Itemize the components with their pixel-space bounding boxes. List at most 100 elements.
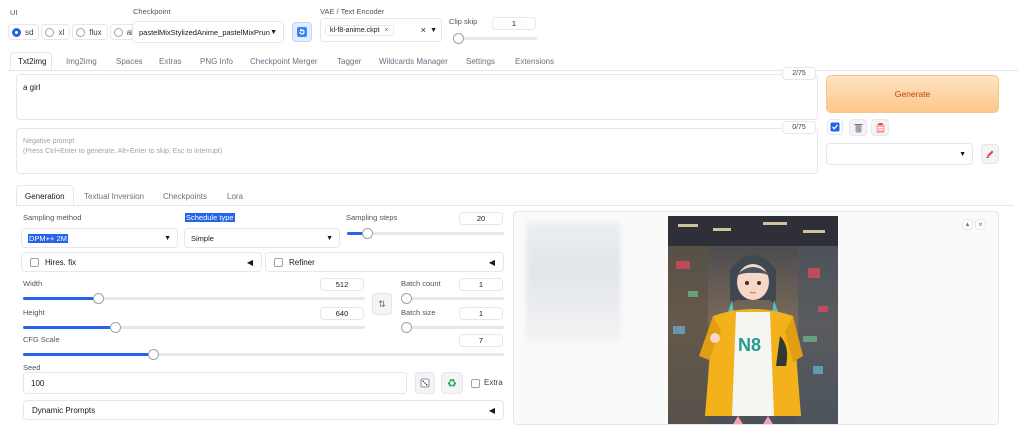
hires-fix-accordion[interactable]: Hires. fix ◀ (21, 252, 262, 272)
clear-prompt-button[interactable] (849, 119, 867, 136)
batch-count-number[interactable]: 1 (459, 278, 503, 291)
cfg-scale-number[interactable]: 7 (459, 334, 503, 347)
vae-multiselect[interactable]: kl-f8-anime.ckpt × × ▼ (320, 18, 442, 42)
trash-icon (854, 123, 862, 132)
generated-image[interactable]: N8 (668, 216, 838, 424)
schedule-type-dropdown[interactable]: Simple ▼ (184, 228, 340, 248)
subtabs-divider (16, 205, 1014, 206)
swap-dimensions-button[interactable]: ⇅ (372, 293, 392, 315)
width-number[interactable]: 512 (320, 278, 364, 291)
recycle-icon: ♻ (447, 377, 457, 390)
checkpoint-dropdown[interactable]: pastelMixStylizedAnime_pastelMixPrunedFP… (132, 21, 284, 43)
ui-option-xl[interactable]: xl (41, 24, 71, 40)
refiner-checkbox[interactable] (274, 257, 283, 267)
generate-button[interactable]: Generate (826, 75, 999, 113)
negative-prompt-textarea[interactable]: Negative prompt (Press Ctrl+Enter to gen… (16, 128, 818, 174)
tab-tagger[interactable]: Tagger (337, 57, 361, 66)
radio-dot (12, 27, 21, 37)
tab-checkpoint-merger[interactable]: Checkpoint Merger (250, 57, 318, 66)
sampling-steps-slider[interactable] (347, 228, 504, 239)
slider-track (23, 349, 504, 360)
slider-thumb[interactable] (362, 228, 373, 239)
height-number[interactable]: 640 (320, 307, 364, 320)
preview-thumbnail[interactable] (526, 222, 621, 342)
image-close-button[interactable]: × (975, 219, 986, 230)
refiner-label: Refiner (289, 257, 315, 267)
subtab-textual-inversion[interactable]: Textual Inversion (84, 192, 144, 201)
ui-option-flux[interactable]: flux (72, 24, 108, 40)
height-slider[interactable] (23, 322, 365, 333)
width-slider[interactable] (23, 293, 365, 304)
ui-label: UI (10, 8, 18, 17)
clipboard-icon (876, 122, 884, 133)
slider-thumb[interactable] (93, 293, 104, 304)
batch-count-slider[interactable] (401, 293, 504, 304)
image-up-button[interactable]: ▲ (962, 219, 973, 230)
tab-extras[interactable]: Extras (159, 57, 182, 66)
subtab-checkpoints[interactable]: Checkpoints (163, 192, 207, 201)
sampling-method-label: Sampling method (23, 213, 82, 222)
tab-png-info[interactable]: PNG Info (200, 57, 233, 66)
random-seed-button[interactable] (415, 372, 435, 394)
tabs-divider (8, 70, 1018, 71)
batch-count-label: Batch count (401, 279, 441, 288)
slider-thumb[interactable] (401, 293, 412, 304)
paste-params-button[interactable] (871, 119, 889, 136)
batch-size-label: Batch size (401, 308, 436, 317)
anime-girl-illustration: N8 (668, 216, 838, 424)
hires-fix-checkbox[interactable] (30, 257, 39, 267)
refresh-checkpoint-button[interactable] (292, 22, 312, 42)
vae-label: VAE / Text Encoder (320, 7, 385, 16)
clip-skip-number[interactable]: 1 (492, 17, 536, 30)
seed-input[interactable]: 100 (23, 372, 407, 394)
apply-styles-button[interactable] (827, 119, 843, 135)
tab-extensions[interactable]: Extensions (515, 57, 554, 66)
clear-icon[interactable]: × (421, 25, 426, 35)
slider-thumb[interactable] (110, 322, 121, 333)
slider-thumb[interactable] (453, 33, 464, 44)
slider-thumb[interactable] (148, 349, 159, 360)
cfg-scale-slider[interactable] (23, 349, 504, 360)
image-output-panel: ▲ × N8 (513, 211, 999, 425)
clip-skip-slider[interactable] (453, 33, 537, 44)
hires-fix-label: Hires. fix (45, 257, 77, 267)
slider-fill (23, 297, 98, 300)
sampling-method-dropdown[interactable]: DPM++ 2M ▼ (21, 228, 178, 248)
sampling-steps-number[interactable]: 20 (459, 212, 503, 225)
tab-settings[interactable]: Settings (466, 57, 495, 66)
radio-dot (113, 27, 123, 37)
edit-styles-button[interactable] (981, 144, 999, 164)
clip-skip-label: Clip skip (449, 17, 478, 26)
radio-dot (76, 27, 86, 37)
chevron-down-icon[interactable]: ▼ (430, 27, 437, 34)
collapse-arrow-icon: ◀ (488, 257, 495, 267)
ui-option-label: flux (89, 27, 102, 37)
subtab-generation[interactable]: Generation (25, 192, 65, 201)
tab-txt2img[interactable]: Txt2img (18, 57, 46, 66)
extra-seed-label: Extra (484, 378, 503, 387)
dynamic-prompts-accordion[interactable]: Dynamic Prompts ◀ (23, 400, 504, 420)
prompt-text: a girl (23, 83, 41, 92)
dice-icon (420, 378, 430, 388)
ui-option-label: xl (58, 27, 65, 37)
extra-seed-checkbox[interactable] (471, 379, 480, 388)
tab-wildcards-manager[interactable]: Wildcards Manager (379, 57, 448, 66)
slider-thumb[interactable] (401, 322, 412, 333)
subtab-lora[interactable]: Lora (227, 192, 243, 201)
negative-token-counter: 0/75 (782, 121, 816, 134)
refresh-icon (297, 27, 307, 37)
tab-img2img[interactable]: Img2img (66, 57, 97, 66)
sampling-steps-label: Sampling steps (346, 213, 398, 222)
prompt-token-counter: 2/75 (782, 67, 816, 80)
chip-remove-icon[interactable]: × (384, 27, 388, 34)
tab-spaces[interactable]: Spaces (116, 57, 143, 66)
ui-option-sd[interactable]: sd (8, 24, 40, 40)
main-tabs: Txt2img Img2img Spaces Extras PNG Info C… (8, 52, 1018, 71)
reuse-seed-button[interactable]: ♻ (441, 372, 463, 394)
refiner-accordion[interactable]: Refiner ◀ (265, 252, 504, 272)
checkpoint-label: Checkpoint (133, 7, 171, 16)
styles-dropdown[interactable]: ▼ (826, 143, 973, 165)
batch-size-slider[interactable] (401, 322, 504, 333)
prompt-textarea[interactable]: a girl (16, 74, 818, 120)
batch-size-number[interactable]: 1 (459, 307, 503, 320)
